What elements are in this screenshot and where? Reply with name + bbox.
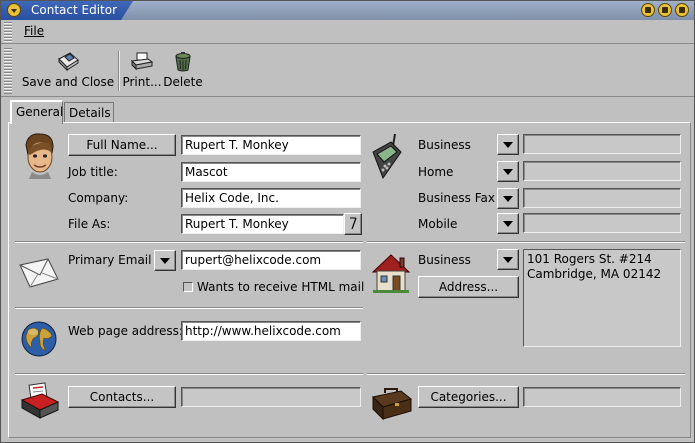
menubar-grip-handle[interactable] (4, 22, 12, 42)
save-and-close-label: Save and Close (21, 75, 115, 89)
categories-field[interactable] (523, 387, 681, 407)
address-button[interactable]: Address... (418, 276, 519, 298)
file-as-value: Rupert T. Monkey (185, 217, 289, 231)
section-separator (367, 241, 685, 243)
phone-business-fax-dropdown[interactable] (497, 188, 519, 209)
full-name-button[interactable]: Full Name... (68, 134, 176, 156)
address-textarea[interactable]: 101 Rogers St. #214 Cambridge, MA 02142 (523, 249, 681, 347)
toolbar-separator (118, 51, 120, 91)
envelope-icon (19, 258, 59, 288)
save-and-close-button[interactable]: Save and Close (21, 51, 115, 89)
menu-file[interactable]: File (24, 24, 44, 38)
phone-home-field[interactable] (523, 161, 681, 181)
address-line-2: Cambridge, MA 02142 (527, 267, 662, 281)
phone-home-dropdown[interactable] (497, 161, 519, 182)
phone-business-fax-field[interactable] (523, 188, 681, 208)
job-title-field[interactable]: Mascot (181, 162, 361, 182)
contacts-button-label: Contacts... (89, 390, 155, 404)
tab-general[interactable]: General (10, 100, 63, 124)
mobile-phone-icon (372, 133, 402, 180)
briefcase-icon (371, 388, 413, 421)
company-field[interactable]: Helix Code, Inc. (181, 188, 361, 208)
html-mail-checkbox[interactable] (183, 282, 193, 292)
section-separator (15, 241, 363, 243)
title-bar-decoration (121, 1, 694, 20)
person-face-icon (25, 133, 54, 179)
file-as-field[interactable]: Rupert T. Monkey (181, 214, 344, 234)
menu-bar: File (1, 20, 694, 44)
phone-mobile-label: Mobile (418, 217, 458, 231)
categories-button[interactable]: Categories... (418, 386, 519, 408)
delete-label: Delete (163, 75, 203, 89)
contacts-button[interactable]: Contacts... (68, 386, 176, 408)
title-bar[interactable]: Contact Editor (1, 1, 694, 20)
contacts-field[interactable] (181, 387, 361, 407)
house-icon (371, 254, 411, 293)
phone-mobile-field[interactable] (523, 213, 681, 233)
tab-details-label: Details (69, 106, 111, 120)
contact-editor-window: Contact Editor File Save and Close Print… (0, 0, 695, 443)
floppy-disk-icon (58, 52, 79, 72)
full-name-button-label: Full Name... (86, 138, 158, 152)
minimize-icon[interactable] (641, 3, 655, 17)
print-button[interactable]: Print... (122, 51, 162, 89)
toolbar: Save and Close Print... Delete (1, 45, 694, 97)
phone-business-field[interactable] (523, 134, 681, 154)
html-mail-label: Wants to receive HTML mail (197, 280, 365, 294)
web-page-value: http://www.helixcode.com (185, 324, 341, 338)
print-label: Print... (122, 75, 162, 89)
tab-general-label: General (16, 105, 64, 119)
toolbar-grip-handle[interactable] (4, 48, 12, 94)
email-field[interactable]: rupert@helixcode.com (181, 250, 361, 270)
window-menu-icon[interactable] (7, 3, 21, 17)
categories-button-label: Categories... (430, 390, 507, 404)
section-separator (15, 307, 363, 309)
web-page-label: Web page address: (68, 324, 183, 338)
phone-business-fax-label: Business Fax (418, 191, 495, 205)
full-name-field[interactable]: Rupert T. Monkey (181, 135, 361, 155)
address-line-1: 101 Rogers St. #214 (527, 252, 652, 266)
address-type-label: Business (418, 253, 471, 267)
section-separator (367, 373, 685, 375)
address-type-dropdown[interactable] (497, 249, 519, 270)
file-as-dropdown-button[interactable] (344, 213, 362, 235)
address-button-label: Address... (438, 280, 499, 294)
section-separator (15, 373, 363, 375)
window-title: Contact Editor (31, 3, 118, 17)
tab-details[interactable]: Details (64, 102, 114, 122)
phone-business-label: Business (418, 138, 471, 152)
company-value: Helix Code, Inc. (185, 191, 279, 205)
file-as-label: File As: (68, 217, 111, 231)
full-name-value: Rupert T. Monkey (185, 138, 289, 152)
email-value: rupert@helixcode.com (185, 253, 322, 267)
primary-email-label: Primary Email (68, 253, 152, 267)
dropdown-slash-icon (350, 217, 357, 230)
delete-button[interactable]: Delete (163, 51, 203, 89)
job-title-value: Mascot (185, 165, 228, 179)
phone-mobile-dropdown[interactable] (497, 213, 519, 234)
trash-can-icon (175, 52, 191, 72)
phone-business-dropdown[interactable] (497, 134, 519, 155)
phone-home-label: Home (418, 165, 454, 179)
company-label: Company: (68, 191, 129, 205)
maximize-icon[interactable] (658, 3, 672, 17)
globe-icon (21, 321, 57, 357)
job-title-label: Job title: (68, 165, 118, 179)
email-type-dropdown[interactable] (154, 250, 176, 271)
printer-icon (130, 52, 154, 71)
close-icon[interactable] (675, 3, 689, 17)
contacts-cards-icon (20, 382, 60, 419)
web-page-field[interactable]: http://www.helixcode.com (181, 321, 361, 341)
